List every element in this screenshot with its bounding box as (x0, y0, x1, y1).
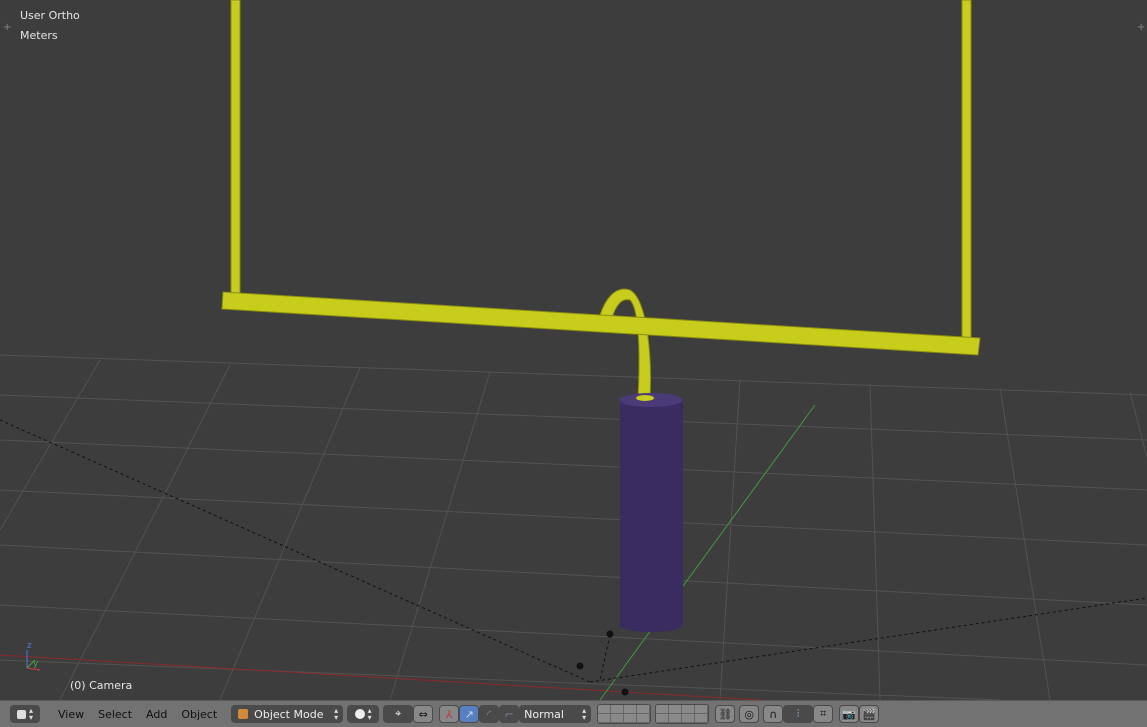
units-label: Meters (20, 29, 58, 42)
updown-icon: ▴ ▾ (334, 706, 339, 722)
lock-layers-button[interactable]: ⛓ (715, 705, 736, 723)
menu-add[interactable]: Add (146, 708, 167, 721)
proportional-edit-button[interactable]: ◎ (739, 705, 760, 723)
manipulate-center-button[interactable]: ⇔ (413, 705, 434, 723)
3d-viewport[interactable]: z y + + (0, 0, 1147, 700)
render-opengl-image-button[interactable]: 📷 (839, 705, 860, 723)
scale-manipulator-button[interactable]: ⌐ (499, 705, 520, 723)
rotate-icon: ◜ (487, 707, 492, 721)
menu-select[interactable]: Select (98, 708, 132, 721)
plus-icon: + (3, 22, 11, 33)
clapper-icon: 🎬 (862, 707, 877, 721)
rotate-manipulator-button[interactable]: ◜ (479, 705, 500, 723)
snap-target-icon: ⌗ (820, 707, 827, 720)
layers-group-1[interactable] (597, 704, 652, 724)
snap-target-button[interactable]: ⌗ (813, 705, 834, 723)
updown-icon: ▴ ▾ (582, 706, 587, 722)
manipulator-icon: ⅄ (445, 707, 453, 721)
cube-icon (16, 709, 26, 719)
mode-label: Object Mode (254, 707, 324, 721)
magnet-icon: ∩ (769, 707, 778, 721)
menu-object[interactable]: Object (181, 708, 217, 721)
sphere-icon (354, 709, 365, 719)
lock-icon: ⛓ (718, 707, 733, 721)
arrow-icon: ↗ (464, 707, 474, 721)
center-points-icon: ⇔ (418, 707, 428, 721)
proportional-icon: ◎ (744, 707, 754, 721)
x-axis-line (0, 654, 761, 700)
snap-toggle[interactable]: ∩ (763, 705, 784, 723)
camera-handles (576, 630, 629, 696)
svg-text:y: y (33, 659, 39, 669)
menu-view[interactable]: View (58, 708, 84, 721)
camera-icon: 📷 (842, 707, 857, 721)
svg-text:z: z (27, 641, 32, 651)
pivot-point-dropdown[interactable]: ⌖ (383, 705, 414, 723)
transform-orientation-dropdown[interactable]: Normal ▴ ▾ (519, 705, 592, 723)
render-opengl-animation-button[interactable]: 🎬 (859, 705, 880, 723)
pivot-icon: ⌖ (395, 707, 402, 720)
updown-icon: ▴ ▾ (367, 706, 372, 722)
snap-element-dropdown[interactable]: ⫶ (783, 705, 814, 723)
mode-dropdown[interactable]: Object Mode ▴ ▾ (231, 705, 344, 723)
plus-icon: + (1137, 22, 1145, 33)
camera-lines (0, 419, 1147, 683)
editor-type-button[interactable]: ▴ ▾ (10, 705, 40, 723)
orientation-label: Normal (524, 707, 564, 721)
layers-group-2[interactable] (655, 704, 710, 724)
active-object-label: (0) Camera (70, 679, 133, 692)
padding-cylinder (619, 393, 683, 632)
translate-manipulator-button[interactable]: ↗ (459, 705, 480, 723)
goalpost (221, 0, 981, 399)
object-cube-icon (238, 709, 249, 719)
3d-view-header: ▴ ▾ View Select Add Object Object Mode ▴ ▾… (0, 700, 1147, 727)
viewport-shading-dropdown[interactable]: ▴ ▾ (347, 705, 380, 723)
snap-increment-icon: ⫶ (796, 707, 800, 720)
axis-gizmo: z y (26, 641, 41, 671)
floor-grid (0, 354, 1147, 700)
view-name: User Ortho (20, 9, 80, 22)
transform-manipulator-toggle[interactable]: ⅄ (439, 705, 460, 723)
updown-icon: ▴ ▾ (28, 706, 33, 722)
scale-icon: ⌐ (504, 707, 514, 721)
